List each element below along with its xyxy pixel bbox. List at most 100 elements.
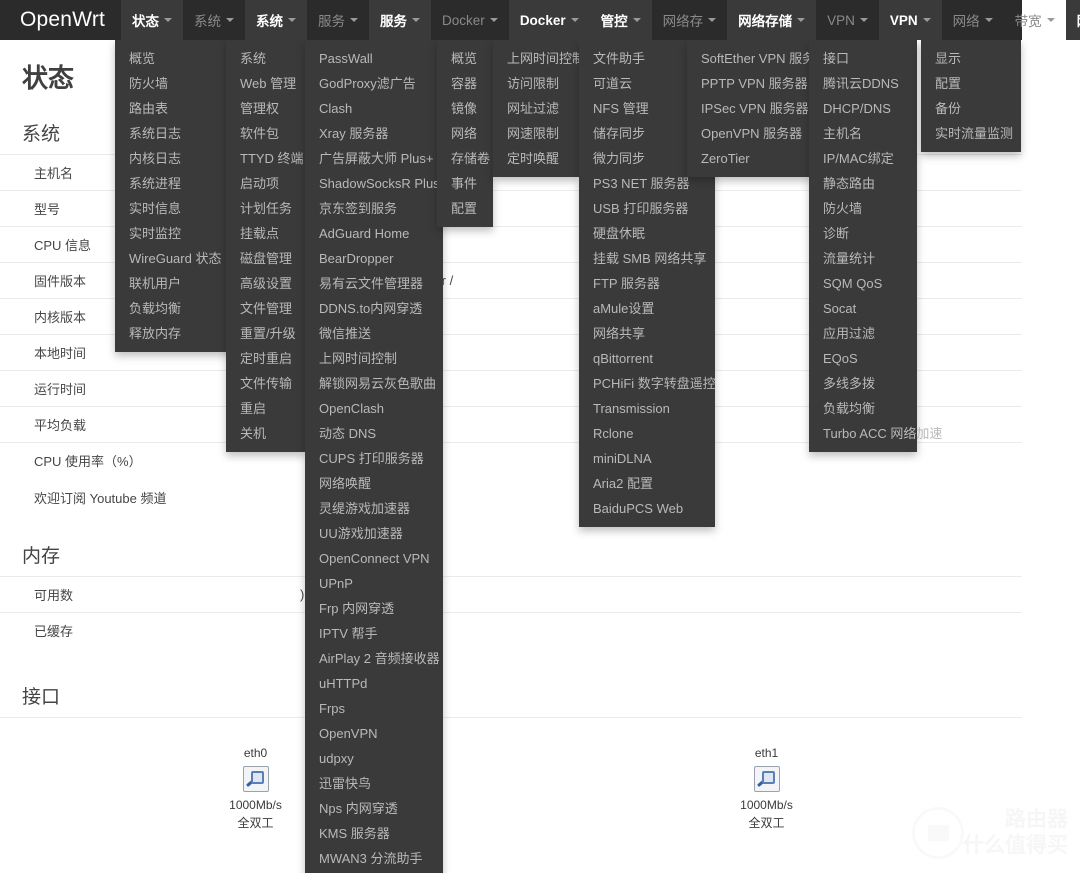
menu-item-network-6[interactable]: 防火墙 [809, 196, 917, 221]
menu-item-services-24[interactable]: AirPlay 2 音频接收器 [305, 646, 443, 671]
menu-item-services-31[interactable]: KMS 服务器 [305, 821, 443, 846]
menu-item-bandwidth-3[interactable]: 实时流量监测 [921, 121, 1021, 146]
menu-item-bandwidth-2[interactable]: 备份 [921, 96, 1021, 121]
menu-item-system-11[interactable]: 重置/升级 [226, 321, 306, 346]
menu-item-status-9[interactable]: 联机用户 [115, 271, 237, 296]
menu-item-network-2[interactable]: DHCP/DNS [809, 96, 917, 121]
menu-item-vpn-1[interactable]: PPTP VPN 服务器 [687, 71, 813, 96]
menu-item-docker-6[interactable]: 配置 [437, 196, 493, 221]
menu-item-docker-1[interactable]: 容器 [437, 71, 493, 96]
menu-item-status-11[interactable]: 释放内存 [115, 321, 237, 346]
menu-item-services-28[interactable]: udpxy [305, 746, 443, 771]
menu-item-network-11[interactable]: 应用过滤 [809, 321, 917, 346]
menu-item-services-32[interactable]: MWAN3 分流助手 [305, 846, 443, 871]
menu-item-services-29[interactable]: 迅雷快鸟 [305, 771, 443, 796]
menu-item-services-23[interactable]: IPTV 帮手 [305, 621, 443, 646]
brand-logo[interactable]: OpenWrt [0, 0, 121, 40]
menu-item-services-18[interactable]: 灵缇游戏加速器 [305, 496, 443, 521]
menu-item-control-1[interactable]: 访问限制 [493, 71, 579, 96]
nav-item-9[interactable]: 网络存储 [727, 0, 817, 40]
menu-item-network-4[interactable]: IP/MAC绑定 [809, 146, 917, 171]
menu-item-storage-11[interactable]: 网络共享 [579, 321, 715, 346]
nav-item-11[interactable]: VPN [878, 0, 942, 40]
nav-item-5[interactable]: Docker [431, 0, 509, 40]
menu-item-system-7[interactable]: 挂载点 [226, 221, 306, 246]
dropdown-menu-status[interactable]: 概览 防火墙 路由表 系统日志 内核日志 系统进程 实时信息 实时监控 WireGuard 状态… [115, 40, 237, 352]
menu-item-storage-16[interactable]: miniDLNA [579, 446, 715, 471]
menu-item-storage-17[interactable]: Aria2 配置 [579, 471, 715, 496]
menu-item-storage-12[interactable]: qBittorrent [579, 346, 715, 371]
menu-item-network-9[interactable]: SQM QoS [809, 271, 917, 296]
menu-item-status-3[interactable]: 系统日志 [115, 121, 237, 146]
menu-item-services-17[interactable]: 网络唤醒 [305, 471, 443, 496]
menu-item-storage-7[interactable]: 硬盘休眠 [579, 221, 715, 246]
menu-item-storage-14[interactable]: Transmission [579, 396, 715, 421]
dropdown-menu-system[interactable]: 系统 Web 管理 管理权 软件包 TTYD 终端 启动项 计划任务 挂载点 磁盘管理 高级设置文… [226, 40, 306, 452]
menu-item-services-10[interactable]: DDNS.to内网穿透 [305, 296, 443, 321]
menu-item-services-27[interactable]: OpenVPN [305, 721, 443, 746]
menu-item-services-25[interactable]: uHTTPd [305, 671, 443, 696]
menu-item-services-4[interactable]: 广告屏蔽大师 Plus+ [305, 146, 443, 171]
dropdown-menu-services[interactable]: PassWall GodProxy滤广告 Clash Xray 服务器 广告屏蔽大师 P… [305, 40, 447, 873]
nav-item-13[interactable]: 带宽 [1004, 0, 1066, 40]
menu-item-network-1[interactable]: 腾讯云DDNS [809, 71, 917, 96]
menu-item-storage-18[interactable]: BaiduPCS Web [579, 496, 715, 521]
menu-item-services-1[interactable]: GodProxy滤广告 [305, 71, 443, 96]
nav-item-4[interactable]: 服务 [369, 0, 432, 40]
menu-item-control-4[interactable]: 定时唤醒 [493, 146, 579, 171]
menu-item-status-8[interactable]: WireGuard 状态 [115, 246, 237, 271]
menu-item-services-22[interactable]: Frp 内网穿透 [305, 596, 443, 621]
menu-item-network-14[interactable]: 负载均衡 [809, 396, 917, 421]
nav-item-7[interactable]: 管控 [589, 0, 652, 40]
nav-item-8[interactable]: 网络存 [652, 0, 728, 40]
menu-item-vpn-2[interactable]: IPSec VPN 服务器 [687, 96, 813, 121]
menu-item-system-8[interactable]: 磁盘管理 [226, 246, 306, 271]
menu-item-storage-8[interactable]: 挂载 SMB 网络共享 [579, 246, 715, 271]
menu-item-system-12[interactable]: 定时重启 [226, 346, 306, 371]
menu-item-status-4[interactable]: 内核日志 [115, 146, 237, 171]
menu-item-services-9[interactable]: 易有云文件管理器 [305, 271, 443, 296]
menu-item-control-3[interactable]: 网速限制 [493, 121, 579, 146]
menu-item-vpn-3[interactable]: OpenVPN 服务器 [687, 121, 813, 146]
menu-item-services-8[interactable]: BearDropper [305, 246, 443, 271]
menu-item-services-21[interactable]: UPnP [305, 571, 443, 596]
nav-item-3[interactable]: 服务 [307, 0, 369, 40]
nav-item-14[interactable]: 网络 [1065, 0, 1080, 40]
dropdown-menu-vpn[interactable]: SoftEther VPN 服务器 PPTP VPN 服务器 IPSec VPN 服… [687, 40, 828, 177]
menu-item-services-15[interactable]: 动态 DNS [305, 421, 443, 446]
dropdown-menu-control[interactable]: 上网时间控制 访问限制 网址过滤 网速限制 定时唤醒 [493, 40, 585, 177]
menu-item-storage-6[interactable]: USB 打印服务器 [579, 196, 715, 221]
menu-item-docker-4[interactable]: 存储卷 [437, 146, 493, 171]
nav-item-2[interactable]: 系统 [245, 0, 308, 40]
menu-item-services-0[interactable]: PassWall [305, 46, 443, 71]
nav-item-1[interactable]: 系统 [183, 0, 245, 40]
menu-item-services-13[interactable]: 解锁网易云灰色歌曲 [305, 371, 443, 396]
menu-item-system-4[interactable]: TTYD 终端 [226, 146, 306, 171]
menu-item-system-2[interactable]: 管理权 [226, 96, 306, 121]
menu-item-services-3[interactable]: Xray 服务器 [305, 121, 443, 146]
menu-item-system-3[interactable]: 软件包 [226, 121, 306, 146]
menu-item-services-20[interactable]: OpenConnect VPN [305, 546, 443, 571]
dropdown-menu-bandwidth[interactable]: 显示 配置 备份 实时流量监测 [921, 40, 1021, 152]
menu-item-control-2[interactable]: 网址过滤 [493, 96, 579, 121]
menu-item-storage-13[interactable]: PCHiFi 数字转盘遥控 [579, 371, 716, 396]
menu-item-network-3[interactable]: 主机名 [809, 121, 917, 146]
menu-item-network-7[interactable]: 诊断 [809, 221, 917, 246]
menu-item-services-12[interactable]: 上网时间控制 [305, 346, 443, 371]
menu-item-network-10[interactable]: Socat [809, 296, 917, 321]
menu-item-docker-0[interactable]: 概览 [437, 46, 493, 71]
menu-item-system-14[interactable]: 重启 [226, 396, 306, 421]
nav-item-6[interactable]: Docker [508, 0, 590, 40]
menu-item-docker-3[interactable]: 网络 [437, 121, 493, 146]
menu-item-services-14[interactable]: OpenClash [305, 396, 443, 421]
menu-item-services-11[interactable]: 微信推送 [305, 321, 443, 346]
menu-item-status-5[interactable]: 系统进程 [115, 171, 237, 196]
menu-item-status-2[interactable]: 路由表 [115, 96, 237, 121]
menu-item-status-7[interactable]: 实时监控 [115, 221, 237, 246]
menu-item-vpn-0[interactable]: SoftEther VPN 服务器 [687, 46, 828, 71]
menu-item-system-15[interactable]: 关机 [226, 421, 306, 446]
menu-item-network-15[interactable]: Turbo ACC 网络加速 [809, 421, 942, 446]
menu-item-storage-15[interactable]: Rclone [579, 421, 715, 446]
menu-item-services-6[interactable]: 京东签到服务 [305, 196, 443, 221]
menu-item-system-10[interactable]: 文件管理 [226, 296, 306, 321]
